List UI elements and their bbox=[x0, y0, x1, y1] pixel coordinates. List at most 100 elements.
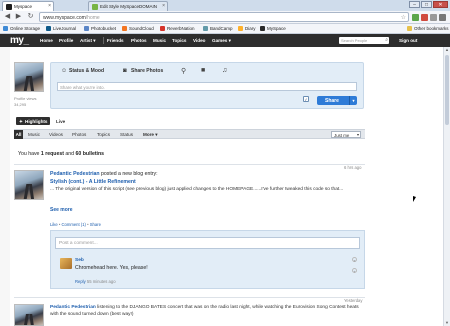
scope-select[interactable]: Just me ▾ bbox=[331, 131, 361, 138]
video-icon[interactable]: ■ bbox=[201, 67, 205, 74]
nav-games[interactable]: Games ▾ bbox=[212, 38, 231, 44]
post-author-avatar[interactable] bbox=[14, 170, 44, 200]
scroll-down-icon[interactable]: ▼ bbox=[444, 320, 450, 326]
filter-topics[interactable]: Topics bbox=[97, 132, 110, 137]
nav-home[interactable]: Home bbox=[40, 38, 53, 43]
myspace-logo[interactable]: my_ bbox=[10, 35, 29, 46]
filter-all[interactable]: All bbox=[14, 130, 23, 139]
other-bookmarks[interactable]: Other bookmarks bbox=[407, 26, 449, 31]
nav-topics[interactable]: Topics bbox=[172, 38, 186, 43]
storage-icon bbox=[3, 26, 8, 31]
page-scrollbar[interactable]: ▲ ▼ bbox=[443, 47, 450, 326]
url-path: /home bbox=[85, 15, 100, 21]
browser-tab-edit-style[interactable]: Edit Style MySpaceDOMAIN × bbox=[88, 1, 168, 11]
bookmark-star-icon[interactable]: ☆ bbox=[401, 14, 406, 21]
share-button[interactable]: Share ▾ bbox=[317, 96, 357, 105]
like-link[interactable]: Like bbox=[50, 222, 58, 227]
minimize-button[interactable]: – bbox=[409, 1, 420, 8]
bookmark-label: Other bookmarks bbox=[414, 26, 449, 31]
maximize-button[interactable]: □ bbox=[421, 1, 432, 8]
share-checkbox[interactable]: ✓ bbox=[303, 96, 309, 102]
post-text: listening to the DJANGO BATES concert th… bbox=[50, 305, 359, 317]
close-tab-icon[interactable]: × bbox=[48, 3, 51, 9]
like-comment-icon[interactable]: + bbox=[352, 268, 357, 274]
bookmark-soundcloud[interactable]: SoundCloud bbox=[122, 26, 154, 31]
filter-more[interactable]: More ▾ bbox=[143, 132, 158, 138]
commenter-name-link[interactable]: Seb bbox=[75, 258, 84, 263]
tab-label: Status & Mood bbox=[69, 68, 104, 74]
livejournal-icon bbox=[46, 26, 51, 31]
bookmark-diary[interactable]: Diary bbox=[238, 26, 256, 31]
filter-videos[interactable]: Videos bbox=[49, 132, 63, 137]
profile-avatar[interactable] bbox=[14, 62, 44, 92]
bookmark-label: SoundCloud bbox=[129, 26, 154, 31]
post-author-link[interactable]: Pedantic Pedestrian bbox=[50, 171, 100, 177]
bookmark-myspace[interactable]: MySpace bbox=[260, 26, 286, 31]
tab-live[interactable]: Live bbox=[56, 119, 65, 124]
stream-tabs: ✦ Highlights Live bbox=[10, 117, 365, 125]
browser-tab-myspace[interactable]: Myspace × bbox=[2, 1, 54, 11]
tab-share-photos[interactable]: ◙ Share Photos bbox=[123, 68, 163, 74]
post-actions: Like • Comment (1) • Share bbox=[50, 222, 101, 227]
nav-friends[interactable]: Friends bbox=[107, 38, 124, 43]
bookmark-livejournal[interactable]: LiveJournal bbox=[46, 26, 76, 31]
stylish-favicon-icon bbox=[92, 4, 98, 10]
close-window-button[interactable]: ✕ bbox=[433, 1, 448, 8]
post-title-link[interactable]: Stylish (cont.) - A Little Refinement bbox=[50, 179, 136, 185]
page-menu-icon[interactable] bbox=[430, 14, 437, 21]
bookmark-online-storage[interactable]: Online Storage bbox=[3, 26, 40, 31]
bandcamp-icon bbox=[203, 26, 208, 31]
tab-highlights[interactable]: ✦ Highlights bbox=[16, 117, 50, 125]
people-search-input[interactable]: Search People ⌕ bbox=[339, 37, 389, 44]
myspace-icon bbox=[260, 26, 265, 31]
bookmark-bandcamp[interactable]: BandCamp bbox=[203, 26, 233, 31]
bookmark-label: Photobucket bbox=[91, 26, 117, 31]
bookmark-reverbnation[interactable]: ReverbNation bbox=[160, 26, 195, 31]
bulletins-link[interactable]: 60 bulletins bbox=[76, 151, 105, 157]
requests-link[interactable]: 1 request bbox=[41, 151, 64, 157]
wrench-icon[interactable] bbox=[439, 14, 446, 21]
delete-comment-icon[interactable]: × bbox=[352, 257, 357, 263]
reply-link[interactable]: Reply bbox=[75, 279, 86, 284]
link-icon[interactable]: ⚲ bbox=[181, 67, 186, 75]
post-header: Pedantic Pedestrian posted a new blog en… bbox=[50, 171, 158, 177]
search-icon[interactable]: ⌕ bbox=[385, 37, 388, 43]
filter-music[interactable]: Music bbox=[28, 132, 40, 137]
filter-photos[interactable]: Photos bbox=[72, 132, 86, 137]
forward-button[interactable]: ▶ bbox=[14, 13, 23, 22]
nav-photos[interactable]: Photos bbox=[131, 38, 147, 43]
reload-button[interactable]: ↻ bbox=[26, 13, 35, 22]
status-input[interactable]: Share what you're into. bbox=[57, 82, 357, 91]
post-author-link[interactable]: Pedantic Pedestrian bbox=[50, 305, 96, 310]
back-button[interactable]: ◀ bbox=[3, 13, 12, 22]
nav-video[interactable]: Video bbox=[193, 38, 205, 43]
nav-profile[interactable]: Profile bbox=[59, 38, 73, 43]
filter-status[interactable]: Status bbox=[120, 132, 133, 137]
post-body: ... The original version of this script … bbox=[50, 187, 344, 192]
scroll-up-icon[interactable]: ▲ bbox=[444, 47, 450, 53]
comment-input[interactable]: Post a comment... bbox=[55, 237, 360, 249]
share-link[interactable]: Share bbox=[90, 222, 101, 227]
chevron-down-icon[interactable]: ▾ bbox=[349, 96, 357, 105]
sign-out-link[interactable]: Sign out bbox=[399, 38, 417, 43]
extension-icon[interactable] bbox=[421, 14, 428, 21]
extension-icon[interactable] bbox=[412, 14, 419, 21]
myspace-favicon-icon bbox=[6, 4, 12, 10]
close-tab-icon[interactable]: × bbox=[162, 3, 165, 9]
highlights-icon: ✦ bbox=[19, 118, 23, 124]
post-author-avatar[interactable] bbox=[14, 304, 44, 326]
bookmark-label: Online Storage bbox=[10, 26, 41, 31]
scrollbar-thumb[interactable] bbox=[445, 55, 449, 125]
see-more-link[interactable]: See more bbox=[50, 207, 73, 213]
bookmark-photobucket[interactable]: Photobucket bbox=[84, 26, 116, 31]
nav-music[interactable]: Music bbox=[153, 38, 166, 43]
comment-panel: Post a comment... Seb Chromehead here. Y… bbox=[50, 230, 365, 289]
commenter-avatar[interactable] bbox=[60, 258, 72, 269]
music-note-icon[interactable]: ♫ bbox=[222, 67, 227, 74]
tab-status-mood[interactable]: ☺ Status & Mood bbox=[61, 68, 104, 74]
url-bar[interactable]: www.myspace.com/home ☆ bbox=[39, 12, 409, 22]
nav-artist[interactable]: Artist ▾ bbox=[80, 38, 96, 44]
smiley-icon: ☺ bbox=[61, 68, 68, 74]
comment-time: 55 minutes ago bbox=[86, 279, 116, 284]
comment-link[interactable]: Comment (1) bbox=[61, 222, 85, 227]
